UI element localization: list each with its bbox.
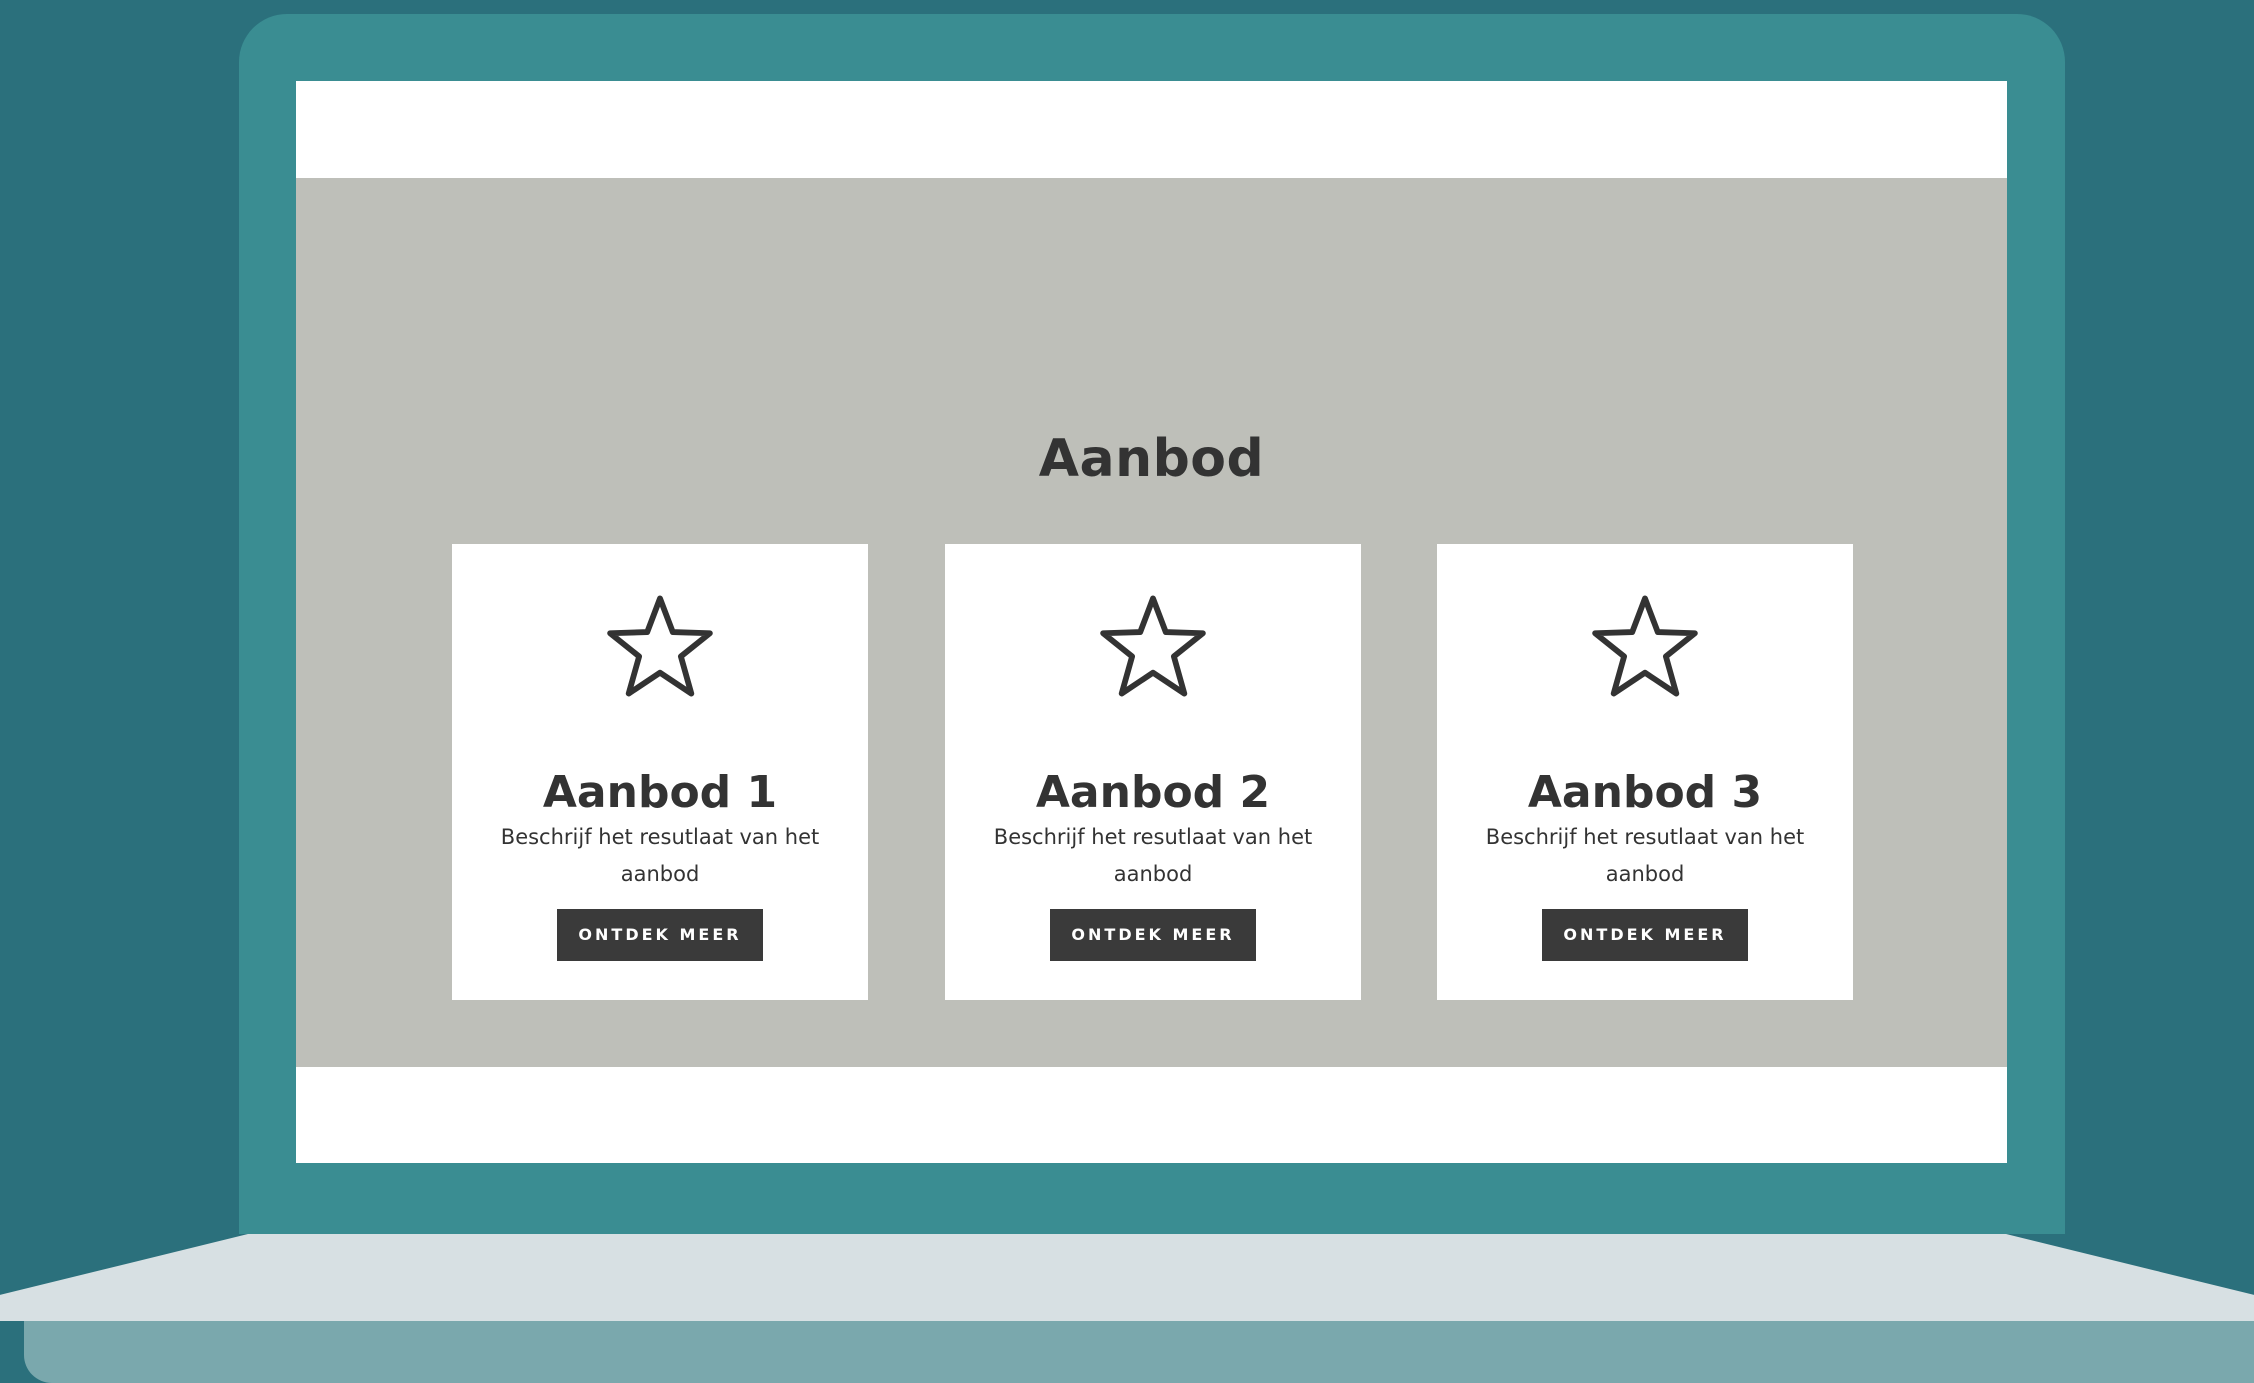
- star-icon: [1100, 595, 1206, 697]
- offer-card-title: Aanbod 2: [1035, 766, 1271, 818]
- discover-more-button[interactable]: ONTDEK MEER: [557, 909, 763, 961]
- offer-card-description: Beschrijf het resutlaat van het aanbod: [1485, 825, 1805, 886]
- website-footer-bar: [296, 1067, 2007, 1163]
- offer-card: Aanbod 2 Beschrijf het resutlaat van het…: [945, 544, 1361, 1000]
- laptop-screen: Aanbod Aanbod 1 Beschrijf het resutlaat …: [296, 81, 2007, 1163]
- star-icon: [607, 595, 713, 697]
- offer-card-description: Beschrijf het resutlaat van het aanbod: [993, 825, 1313, 886]
- offer-card-title: Aanbod 1: [542, 766, 778, 818]
- offers-section: Aanbod Aanbod 1 Beschrijf het resutlaat …: [296, 178, 2007, 1067]
- offer-card-title: Aanbod 3: [1527, 766, 1763, 818]
- section-title: Aanbod: [1038, 428, 1265, 489]
- discover-more-button[interactable]: ONTDEK MEER: [1050, 909, 1256, 961]
- laptop-keyboard-deck: [0, 1234, 2254, 1321]
- discover-more-button[interactable]: ONTDEK MEER: [1542, 909, 1748, 961]
- star-icon: [1592, 595, 1698, 697]
- offer-card: Aanbod 3 Beschrijf het resutlaat van het…: [1437, 544, 1853, 1000]
- offer-card: Aanbod 1 Beschrijf het resutlaat van het…: [452, 544, 868, 1000]
- website-header-bar: [296, 81, 2007, 178]
- offer-card-description: Beschrijf het resutlaat van het aanbod: [500, 825, 820, 886]
- laptop-base-edge: [24, 1321, 2254, 1383]
